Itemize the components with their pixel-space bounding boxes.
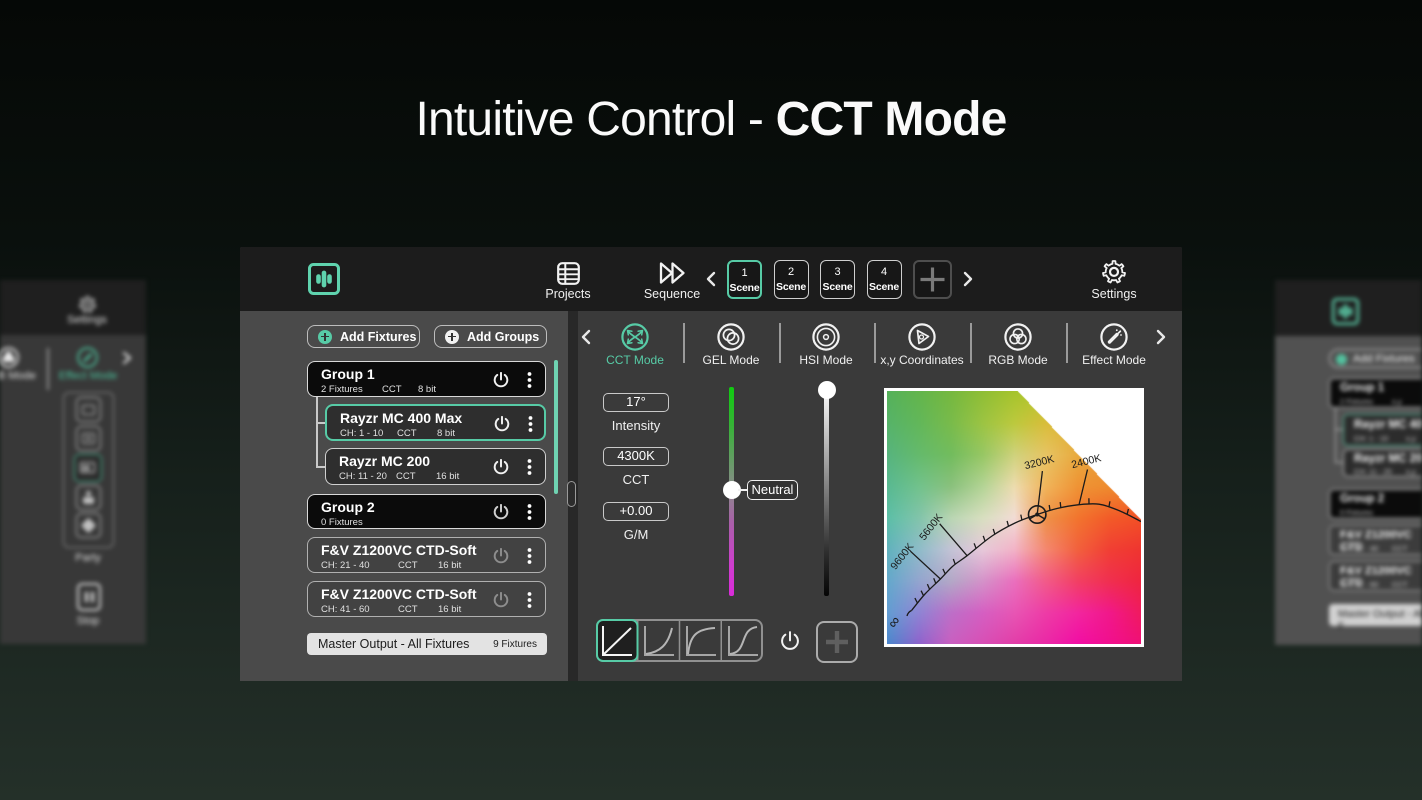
svg-text:2400K: 2400K bbox=[1070, 452, 1102, 471]
svg-text:3200K: 3200K bbox=[1023, 453, 1055, 472]
svg-text:5600K: 5600K bbox=[917, 511, 945, 542]
svg-text:9600K: 9600K bbox=[888, 541, 916, 572]
svg-text:∞: ∞ bbox=[887, 613, 904, 632]
